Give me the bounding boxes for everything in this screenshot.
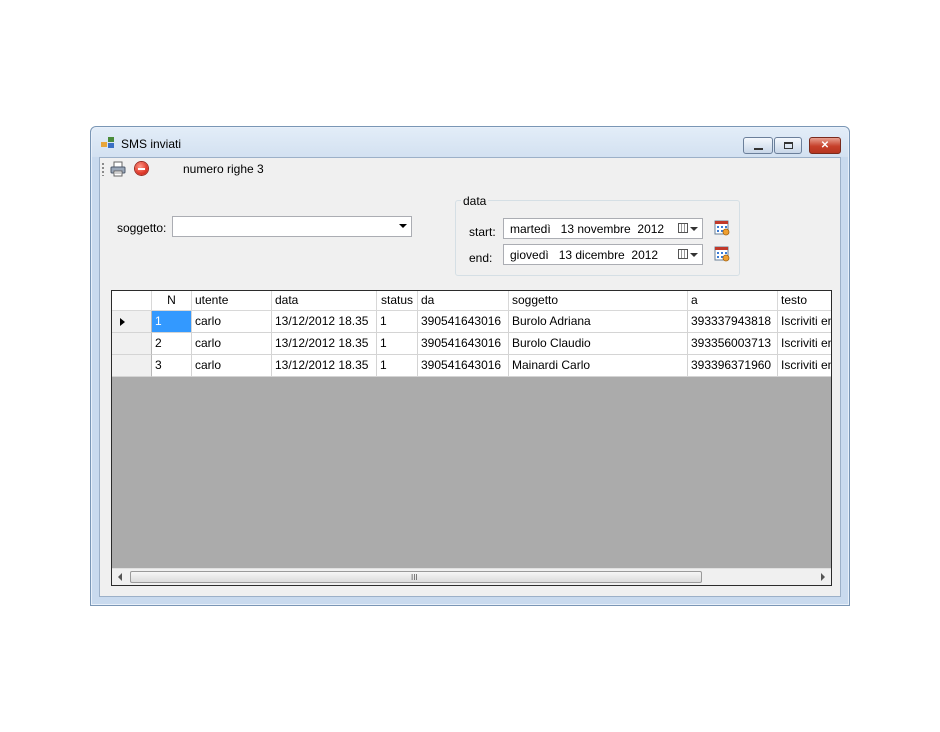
- column-header-data[interactable]: data: [272, 291, 377, 311]
- grid-cell-da[interactable]: 390541643016: [418, 355, 509, 377]
- form-client-area: numero righe 3 soggetto: data start: mar…: [99, 157, 841, 597]
- grid-cell-soggetto[interactable]: Mainardi Carlo: [509, 355, 688, 377]
- scroll-right-icon[interactable]: [821, 573, 825, 581]
- calendar-search-icon[interactable]: [714, 246, 730, 262]
- chevron-down-icon[interactable]: [690, 253, 698, 257]
- grid-cell-status[interactable]: 1: [377, 333, 418, 355]
- minimize-icon: [753, 147, 763, 150]
- row-header[interactable]: [112, 333, 152, 355]
- maximize-button[interactable]: [774, 137, 802, 154]
- column-header-status[interactable]: status: [377, 291, 418, 311]
- grid-header: Nutente data status da soggetto a testo: [112, 291, 831, 311]
- grid-cell-utente[interactable]: carlo: [192, 333, 272, 355]
- close-button[interactable]: ✕: [809, 137, 841, 154]
- end-date-picker[interactable]: giovedì 13 dicembre 2012: [503, 244, 703, 265]
- grid-cell-da[interactable]: 390541643016: [418, 311, 509, 333]
- soggetto-combobox[interactable]: [172, 216, 412, 237]
- grid-cell-testo[interactable]: Iscriviti ent: [778, 355, 831, 377]
- start-date-picker[interactable]: martedì 13 novembre 2012: [503, 218, 703, 239]
- app-icon: [101, 137, 115, 149]
- horizontal-scrollbar[interactable]: III: [112, 568, 831, 585]
- column-header-da[interactable]: da: [418, 291, 509, 311]
- date-group-title: data: [461, 194, 489, 208]
- maximize-icon: [783, 142, 793, 149]
- end-label: end:: [469, 251, 493, 265]
- calendar-icon[interactable]: [678, 223, 688, 233]
- scroll-left-icon[interactable]: [118, 573, 122, 581]
- toolbar-grip[interactable]: [102, 163, 104, 176]
- grid-cell-soggetto[interactable]: Burolo Adriana: [509, 311, 688, 333]
- soggetto-label: soggetto:: [117, 221, 167, 235]
- grid-cell-status[interactable]: 1: [377, 355, 418, 377]
- grid-cell-utente[interactable]: carlo: [192, 311, 272, 333]
- close-icon: ✕: [820, 140, 830, 151]
- scroll-grip: III: [411, 573, 418, 582]
- grid-cell-data[interactable]: 13/12/2012 18.35: [272, 311, 377, 333]
- column-header-testo[interactable]: testo: [778, 291, 831, 311]
- column-header-utente[interactable]: utente: [192, 291, 272, 311]
- grid-cell-da[interactable]: 390541643016: [418, 333, 509, 355]
- start-label: start:: [469, 225, 496, 239]
- chevron-down-icon[interactable]: [690, 227, 698, 231]
- column-header-a[interactable]: a: [688, 291, 778, 311]
- minimize-button[interactable]: [743, 137, 773, 154]
- chevron-down-icon[interactable]: [399, 224, 407, 228]
- sms-data-grid[interactable]: Nutente data status da soggetto a testo 1 carlo…: [111, 290, 832, 586]
- grid-cell-a[interactable]: 393356003713: [688, 333, 778, 355]
- grid-corner-header[interactable]: [112, 291, 152, 311]
- current-row-icon: [120, 318, 125, 326]
- column-header-soggetto[interactable]: soggetto: [509, 291, 688, 311]
- start-date-value: martedì 13 novembre 2012: [510, 222, 665, 236]
- grid-cell-testo[interactable]: Iscriviti ent: [778, 311, 831, 333]
- grid-cell-data[interactable]: 13/12/2012 18.35: [272, 355, 377, 377]
- end-date-value: giovedì 13 dicembre 2012: [510, 248, 659, 262]
- grid-cell-a[interactable]: 393337943818: [688, 311, 778, 333]
- grid-cell-N[interactable]: 2: [152, 333, 192, 355]
- toolbar: numero righe 3: [100, 158, 840, 180]
- grid-cell-testo[interactable]: Iscriviti ent: [778, 333, 831, 355]
- grid-cell-N[interactable]: 3: [152, 355, 192, 377]
- title-bar[interactable]: SMS inviati ✕: [91, 127, 849, 157]
- window-title: SMS inviati: [121, 137, 182, 151]
- row-header[interactable]: [112, 311, 152, 333]
- stop-icon[interactable]: [135, 162, 148, 175]
- printer-icon[interactable]: [110, 161, 126, 177]
- calendar-icon[interactable]: [678, 249, 688, 259]
- grid-cell-soggetto[interactable]: Burolo Claudio: [509, 333, 688, 355]
- grid-cell-N[interactable]: 1: [152, 311, 192, 333]
- calendar-search-icon[interactable]: [714, 220, 730, 236]
- row-count-label: numero righe 3: [183, 162, 264, 176]
- grid-cell-a[interactable]: 393396371960: [688, 355, 778, 377]
- grid-cell-data[interactable]: 13/12/2012 18.35: [272, 333, 377, 355]
- column-header-N[interactable]: N: [152, 291, 192, 311]
- scroll-thumb[interactable]: III: [130, 571, 702, 583]
- main-window: SMS inviati ✕ numero righe 3 soggetto: d…: [90, 126, 850, 606]
- grid-cell-status[interactable]: 1: [377, 311, 418, 333]
- row-header[interactable]: [112, 355, 152, 377]
- grid-cell-utente[interactable]: carlo: [192, 355, 272, 377]
